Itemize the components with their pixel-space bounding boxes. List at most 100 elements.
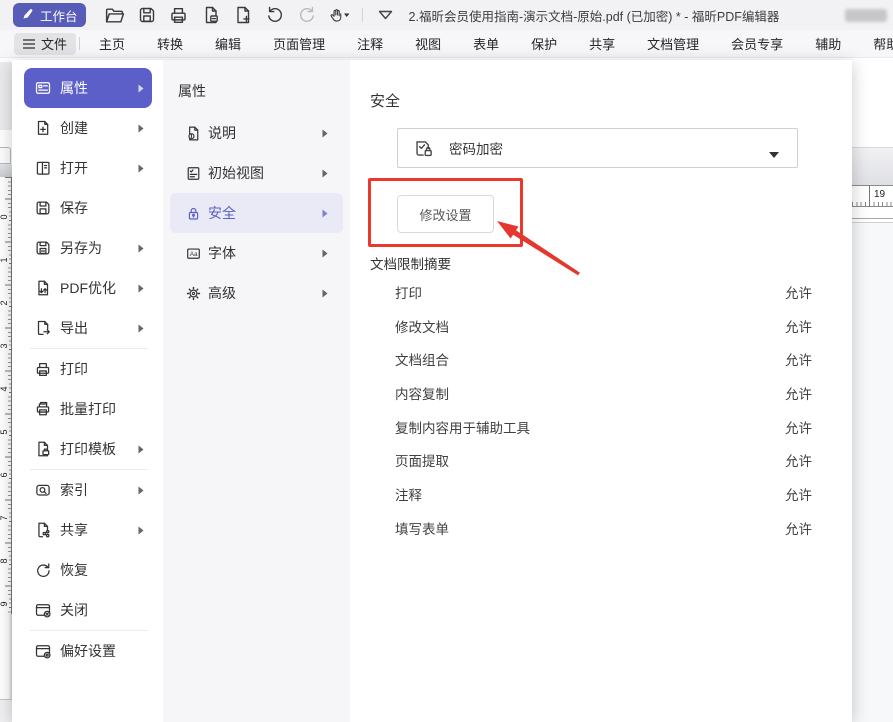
file-menu-item[interactable]: 导出	[24, 308, 152, 348]
menu-tab-10[interactable]: 文档管理	[631, 34, 715, 53]
restriction-row: 页面提取允许	[395, 443, 812, 477]
file-menu-item[interactable]: 创建	[24, 108, 152, 148]
menu-tab-9[interactable]: 共享	[573, 34, 631, 53]
restriction-value: 允许	[785, 417, 812, 437]
menu-file[interactable]: 文件	[14, 33, 76, 55]
file-menu-item[interactable]: 关闭	[24, 590, 152, 630]
menu-tab-8[interactable]: 保护	[515, 34, 573, 53]
restriction-row: 文档组合 允许	[395, 342, 812, 376]
create-from-file-icon[interactable]	[200, 4, 222, 26]
titlebar-separator	[362, 8, 363, 22]
menu-tab-6[interactable]: 视图	[399, 34, 457, 53]
description-icon	[185, 125, 202, 142]
undo-icon[interactable]	[264, 4, 286, 26]
batch-print-icon	[34, 400, 52, 418]
close-file-icon	[34, 601, 52, 619]
open-folder-icon[interactable]	[104, 4, 126, 26]
properties-panel: 属性 说明初始视图安全Aa字体高级	[163, 60, 350, 722]
file-menu-item[interactable]: 打开	[24, 148, 152, 188]
submenu-chevron-icon	[138, 284, 144, 293]
file-menu-item[interactable]: 保存	[24, 188, 152, 228]
file-menu-item[interactable]: 共享	[24, 510, 152, 550]
properties-item[interactable]: Aa字体	[170, 233, 343, 273]
new-page-icon[interactable]	[232, 4, 254, 26]
restriction-label: 文档组合	[395, 349, 449, 369]
menu-tab-4[interactable]: 页面管理	[257, 34, 341, 53]
menu-tab-1[interactable]: 主页	[83, 34, 141, 53]
change-settings-button[interactable]: 修改设置	[397, 195, 494, 233]
menu-tab-5[interactable]: 注释	[341, 34, 399, 53]
background-page-edge	[0, 614, 12, 700]
save-icon[interactable]	[136, 4, 158, 26]
background-bottom-left	[0, 700, 12, 722]
user-account-blurred	[845, 9, 887, 22]
save-icon	[34, 199, 52, 217]
background-document-tab-edge	[0, 147, 11, 164]
background-left-band	[0, 164, 12, 177]
redo-icon[interactable]	[296, 4, 318, 26]
properties-item[interactable]: 安全	[170, 193, 343, 233]
menu-tab-3[interactable]: 编辑	[199, 34, 257, 53]
restriction-value: 允许	[785, 484, 812, 504]
file-menu-item[interactable]: 偏好设置	[24, 631, 152, 671]
menu-tab-7[interactable]: 表单	[457, 34, 515, 53]
horizontal-ruler: 19	[852, 185, 893, 207]
restriction-row: 填写表单允许	[395, 511, 812, 545]
security-lock-icon	[185, 205, 202, 222]
background-right-toolbar-edge	[852, 147, 893, 185]
properties-icon	[34, 79, 52, 97]
menu-tab-2[interactable]: 转换	[141, 34, 199, 53]
encryption-method-dropdown[interactable]: 密码加密	[397, 128, 798, 168]
restriction-label: 填写表单	[395, 518, 449, 538]
file-menu-item[interactable]: 打印模板	[24, 429, 152, 469]
font-icon: Aa	[185, 245, 202, 262]
print-icon[interactable]	[168, 4, 190, 26]
background-left-gap	[0, 130, 12, 147]
share-icon	[34, 521, 52, 539]
pen-icon	[21, 7, 35, 24]
ruler-number: 1	[0, 254, 9, 266]
properties-item[interactable]: 高级	[170, 273, 343, 313]
menu-tab-12[interactable]: 辅助	[799, 34, 857, 53]
workbench-button[interactable]: 工作台	[13, 3, 86, 27]
restriction-label: 注释	[395, 484, 422, 504]
restrictions-list: 打印允许修改文档允许文档组合允许内容复制允许复制内容用于辅助工具允许页面提取允许…	[395, 275, 812, 545]
submenu-chevron-icon	[138, 124, 144, 133]
restriction-row: 注释 允许	[395, 477, 812, 511]
file-menu-item[interactable]: 打印	[24, 349, 152, 389]
file-menu-item[interactable]: PDF优化	[24, 268, 152, 308]
file-menu-sidebar: 属性创建打开保存另存为PDF优化导出打印批量打印打印模板索引共享恢复关闭偏好设置	[12, 60, 163, 722]
submenu-chevron-icon	[138, 445, 144, 454]
submenu-chevron-icon	[322, 129, 328, 138]
submenu-chevron-icon	[138, 164, 144, 173]
background-document-area	[852, 223, 893, 722]
file-menu-overlay: 属性创建打开保存另存为PDF优化导出打印批量打印打印模板索引共享恢复关闭偏好设置…	[12, 60, 852, 722]
submenu-chevron-icon	[322, 169, 328, 178]
file-menu-item[interactable]: 属性	[24, 68, 152, 108]
restriction-value: 允许	[785, 383, 812, 403]
encryption-method-value: 密码加密	[449, 138, 503, 158]
file-menu-item[interactable]: 索引	[24, 470, 152, 510]
file-menu-item[interactable]: 另存为	[24, 228, 152, 268]
submenu-chevron-icon	[138, 244, 144, 253]
save-as-icon	[34, 239, 52, 257]
hamburger-icon	[23, 39, 35, 49]
menu-tab-13[interactable]: 帮助	[857, 34, 893, 53]
security-content: 安全 密码加密 修改设置 文档限制摘要 打印允许修改文档允许文档组合允许内容复制…	[350, 60, 852, 722]
dropdown-caret-icon	[769, 146, 779, 164]
file-menu-item[interactable]: 恢复	[24, 550, 152, 590]
export-icon	[34, 319, 52, 337]
hand-tool-icon[interactable]	[328, 4, 350, 26]
properties-item[interactable]: 说明	[170, 113, 343, 153]
properties-item[interactable]: 初始视图	[170, 153, 343, 193]
background-right-sliver	[852, 58, 893, 147]
menu-tab-11[interactable]: 会员专享	[715, 34, 799, 53]
background-right-band	[852, 207, 893, 219]
file-menu-item[interactable]: 批量打印	[24, 389, 152, 429]
advanced-gear-icon	[185, 285, 202, 302]
print-template-icon	[34, 440, 52, 458]
ruler-number: 0	[0, 211, 9, 223]
toolbar-collapse-icon[interactable]	[375, 4, 397, 26]
restriction-value: 允许	[785, 349, 812, 369]
index-icon	[34, 481, 52, 499]
